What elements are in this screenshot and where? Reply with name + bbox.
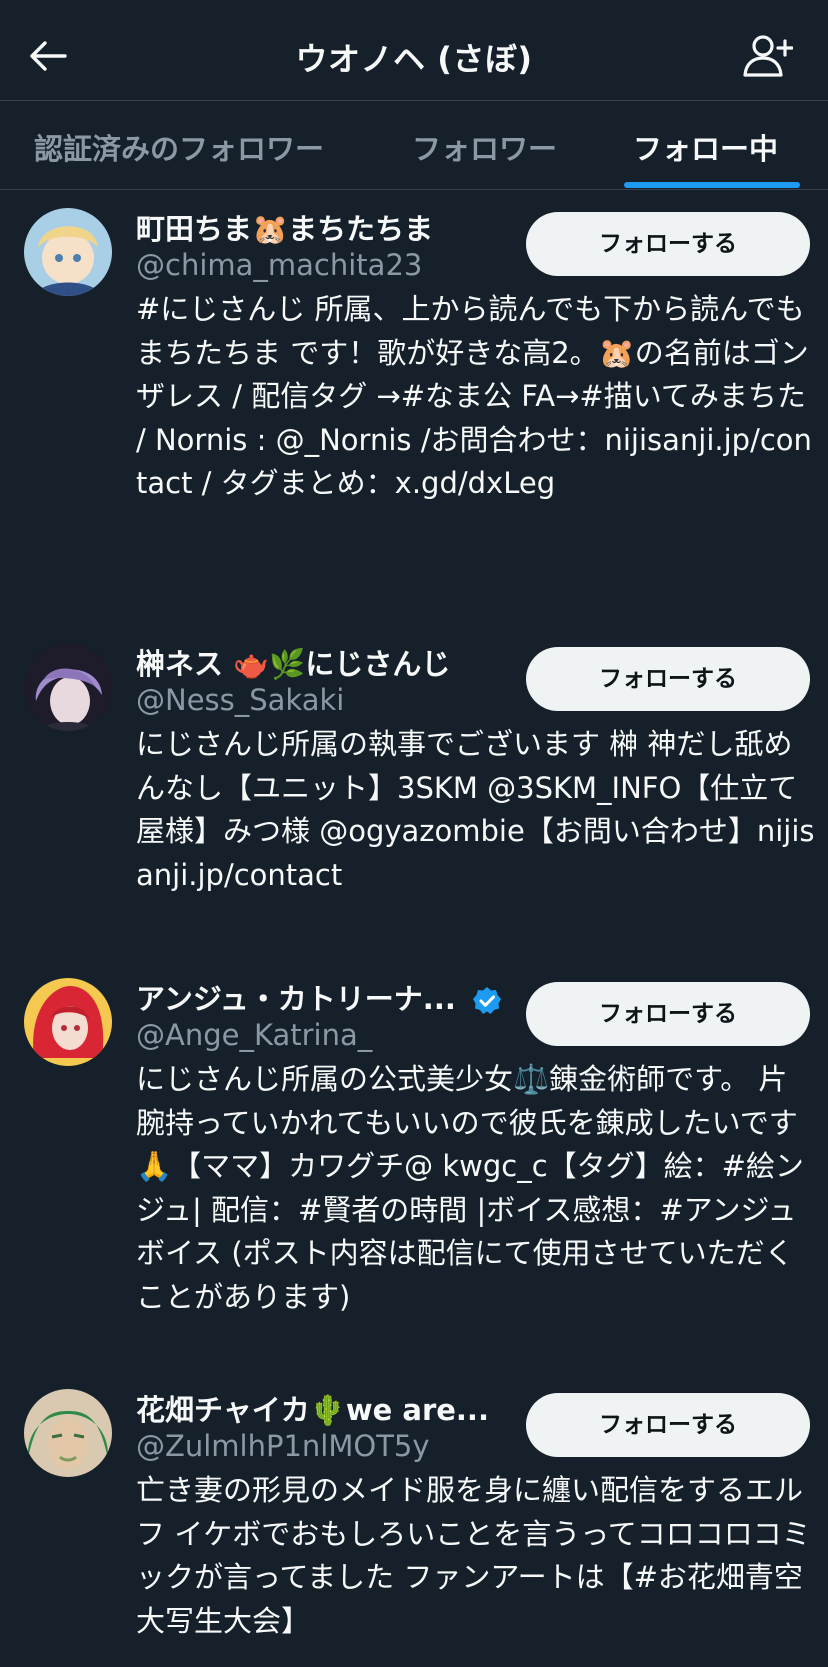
user-handle[interactable]: @chima_machita23 (136, 248, 422, 282)
follow-button[interactable]: フォローする (526, 647, 810, 711)
follow-button[interactable]: フォローする (526, 212, 810, 276)
user-bio: #にじさんじ 所属、上から読んでも下から読んでも まちたちま です！歌が好きな高… (136, 292, 812, 500)
display-name[interactable]: アンジュ・カトリーナ... (136, 982, 456, 1016)
add-user-icon (743, 35, 793, 77)
display-name[interactable]: 町田ちま🐹まちたちま (136, 206, 433, 248)
user-handle[interactable]: @ZulmlhP1nlMOT5y (136, 1429, 430, 1463)
avatar[interactable] (24, 1389, 112, 1477)
display-name-row[interactable]: アンジュ・カトリーナ... (136, 976, 502, 1018)
user-bio: 亡き妻の形見のメイド服を身に纏い配信をするエルフ イケボでおもしろいことを言うっ… (136, 1473, 811, 1638)
tab-following[interactable]: フォロー中 (633, 126, 778, 168)
display-name[interactable]: 花畑チャイカ🌵we are... (136, 1387, 489, 1429)
user-bio: にじさんじ所属の執事でございます 榊 神だし舐めんなし【ユニット】3SKM @3… (136, 727, 815, 892)
avatar[interactable] (24, 208, 112, 296)
follow-button[interactable]: フォローする (526, 982, 810, 1046)
verified-badge-icon (472, 987, 501, 1014)
display-name[interactable]: 榊ネス 🫖🌿にじさんじ (136, 641, 450, 683)
tab-bar: 認証済みのフォロワー フォロワー フォロー中 (0, 102, 828, 190)
follow-button[interactable]: フォローする (526, 1393, 810, 1457)
user-bio: にじさんじ所属の公式美少女⚖️錬金術師です。 片腕持っていかれてもいいので彼氏を… (136, 1062, 804, 1314)
user-handle[interactable]: @Ness_Sakaki (136, 683, 344, 717)
user-handle[interactable]: @Ange_Katrina_ (136, 1018, 372, 1052)
avatar[interactable] (24, 643, 112, 731)
top-bar: ウオノヘ (さぼ) (0, 0, 828, 101)
tab-followers[interactable]: フォロワー (412, 126, 557, 168)
avatar[interactable] (24, 978, 112, 1066)
add-user-button[interactable] (742, 34, 794, 78)
active-tab-indicator (624, 182, 800, 188)
tab-verified-followers[interactable]: 認証済みのフォロワー (34, 126, 324, 168)
page-title: ウオノヘ (さぼ) (295, 40, 533, 78)
